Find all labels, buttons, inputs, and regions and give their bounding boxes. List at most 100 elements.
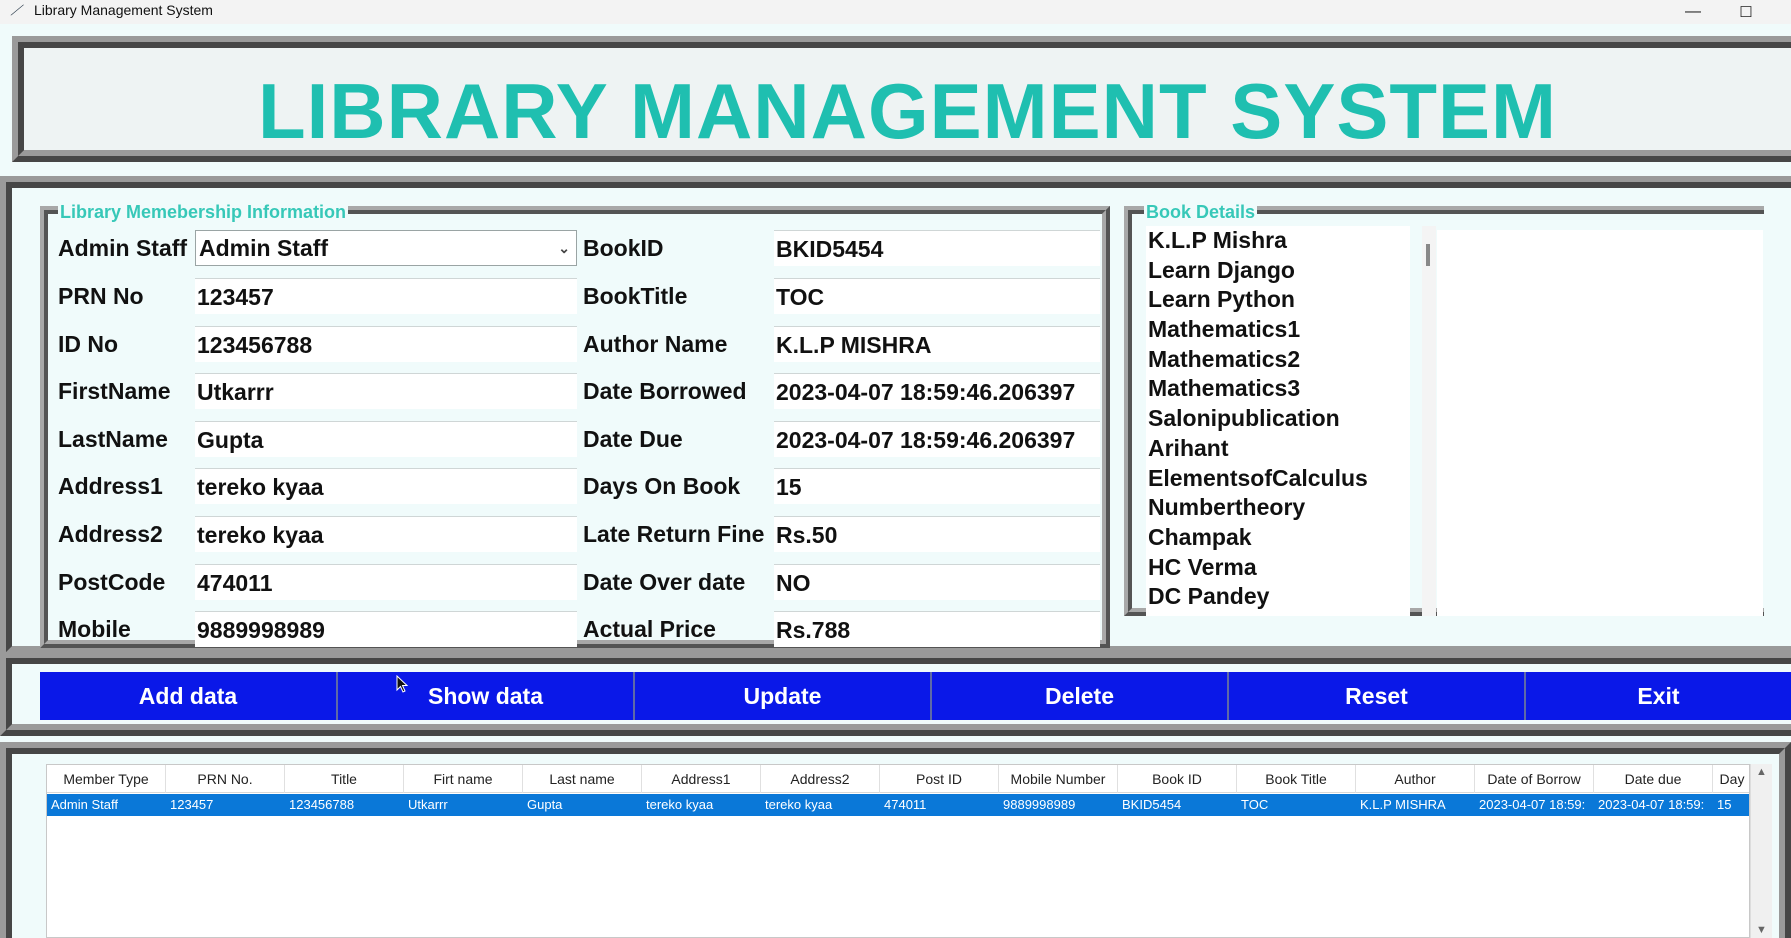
lastname-field[interactable]: Gupta (195, 421, 577, 457)
actual-price-field[interactable]: Rs.788 (774, 611, 1100, 647)
table-cell: 15 (1717, 797, 1732, 812)
records-table[interactable]: Member Type PRN No. Title Firt name Last… (46, 764, 1750, 938)
bookid-label: BookID (583, 235, 664, 261)
table-cell: TOC (1241, 797, 1269, 812)
list-item[interactable]: Mathematics3 (1146, 374, 1410, 404)
window-titlebar: ⟋ Library Management System — ☐ (0, 0, 1791, 24)
list-item[interactable]: K.L.P Mishra (1146, 226, 1410, 256)
table-row[interactable]: Admin Staff 123457 123456788 Utkarrr Gup… (47, 794, 1749, 816)
scroll-up-icon[interactable]: ▲ (1756, 766, 1767, 778)
date-borrowed-field[interactable]: 2023-04-07 18:59:46.206397 (774, 373, 1100, 409)
firstname-field[interactable]: Utkarrr (195, 373, 577, 409)
feather-icon: ⟋ (9, 2, 26, 18)
column-header[interactable]: Post ID (880, 765, 999, 793)
table-cell: 123457 (170, 797, 214, 812)
table-cell: Gupta (527, 797, 563, 812)
days-on-book-field[interactable]: 15 (774, 468, 1100, 504)
list-item[interactable]: DC Pandey (1146, 582, 1410, 612)
delete-button[interactable]: Delete (932, 672, 1229, 720)
id-field[interactable]: 123456788 (195, 326, 577, 362)
date-over-field[interactable]: NO (774, 564, 1100, 600)
table-cell: 2023-04-07 18:59: (1598, 797, 1705, 812)
table-cell: tereko kyaa (765, 797, 833, 812)
table-cell: 2023-04-07 18:59: (1479, 797, 1586, 812)
list-item[interactable]: Learn Django (1146, 256, 1410, 286)
table-cell: 9889998989 (1003, 797, 1076, 812)
column-header[interactable]: Last name (523, 765, 642, 793)
column-header[interactable]: Date due (1594, 765, 1713, 793)
update-button[interactable]: Update (635, 672, 932, 720)
date-over-label: Date Over date (583, 569, 746, 595)
column-header[interactable]: Day (1713, 765, 1749, 793)
table-cell: K.L.P MISHRA (1360, 797, 1446, 812)
address1-field[interactable]: tereko kyaa (195, 468, 577, 504)
list-item[interactable]: ElementsofCalculus (1146, 464, 1410, 494)
postcode-field[interactable]: 474011 (195, 564, 577, 600)
id-label: ID No (58, 331, 119, 357)
chevron-down-icon[interactable]: ⌄ (558, 231, 570, 265)
add-data-button[interactable]: Add data (40, 672, 338, 720)
late-fine-field[interactable]: Rs.50 (774, 516, 1100, 552)
late-fine-label: Late Return Fine (583, 521, 765, 547)
scrollbar-thumb[interactable] (1426, 244, 1430, 266)
column-header[interactable]: Author (1356, 765, 1475, 793)
lastname-label: LastName (58, 426, 168, 452)
member-type-value: Admin Staff (199, 235, 329, 261)
author-field[interactable]: K.L.P MISHRA (774, 326, 1100, 362)
column-header[interactable]: Address1 (642, 765, 761, 793)
scroll-down-icon[interactable]: ▼ (1756, 924, 1767, 936)
member-type-combobox[interactable]: Admin Staff ⌄ (195, 230, 577, 266)
address2-label: Address2 (58, 521, 163, 547)
booktitle-label: BookTitle (583, 283, 688, 309)
table-cell: 123456788 (289, 797, 355, 812)
list-item[interactable]: Numbertheory (1146, 493, 1410, 523)
column-header[interactable]: Book Title (1237, 765, 1356, 793)
mobile-field[interactable]: 9889998989 (195, 611, 577, 647)
column-header[interactable]: Mobile Number (999, 765, 1118, 793)
maximize-button[interactable]: ☐ (1736, 3, 1756, 21)
list-item[interactable]: Arihant (1146, 434, 1410, 464)
table-scrollbar[interactable]: ▲ ▼ (1750, 764, 1772, 938)
table-cell: Admin Staff (51, 797, 118, 812)
days-on-book-label: Days On Book (583, 473, 741, 499)
table-cell: Utkarrr (408, 797, 448, 812)
column-header[interactable]: Title (285, 765, 404, 793)
list-item[interactable]: Mathematics2 (1146, 345, 1410, 375)
exit-button[interactable]: Exit (1526, 672, 1791, 720)
actual-price-label: Actual Price (583, 616, 716, 642)
book-listbox[interactable]: K.L.P Mishra Learn Django Learn Python M… (1146, 226, 1410, 616)
admin-staff-label: Admin Staff (58, 235, 188, 261)
column-header[interactable]: Firt name (404, 765, 523, 793)
window-title: Library Management System (34, 2, 213, 18)
firstname-label: FirstName (58, 378, 171, 404)
address1-label: Address1 (58, 473, 163, 499)
page-title: LIBRARY MANAGEMENT SYSTEM (257, 67, 1558, 155)
column-header[interactable]: Address2 (761, 765, 880, 793)
column-header[interactable]: Member Type (47, 765, 166, 793)
book-detail-textbox[interactable] (1437, 230, 1763, 616)
reset-button[interactable]: Reset (1229, 672, 1526, 720)
column-header[interactable]: Book ID (1118, 765, 1237, 793)
list-item[interactable]: Salonipublication (1146, 404, 1410, 434)
list-item[interactable]: Champak (1146, 523, 1410, 553)
show-data-button[interactable]: Show data (338, 672, 635, 720)
prn-field[interactable]: 123457 (195, 278, 577, 314)
book-list-scrollbar[interactable] (1422, 226, 1436, 616)
table-cell: tereko kyaa (646, 797, 714, 812)
column-header[interactable]: PRN No. (166, 765, 285, 793)
membership-caption: Library Memebership Information (58, 202, 349, 223)
column-header[interactable]: Date of Borrow (1475, 765, 1594, 793)
mobile-label: Mobile (58, 616, 131, 642)
header-frame: LIBRARY MANAGEMENT SYSTEM (12, 36, 1791, 162)
address2-field[interactable]: tereko kyaa (195, 516, 577, 552)
minimize-button[interactable]: — (1683, 3, 1703, 20)
date-borrowed-label: Date Borrowed (583, 378, 747, 404)
list-item[interactable]: Mathematics1 (1146, 315, 1410, 345)
date-due-field[interactable]: 2023-04-07 18:59:46.206397 (774, 421, 1100, 457)
list-item[interactable]: HC Verma (1146, 553, 1410, 583)
booktitle-field[interactable]: TOC (774, 278, 1100, 314)
bookid-field[interactable]: BKID5454 (774, 230, 1100, 266)
author-label: Author Name (583, 331, 728, 357)
list-item[interactable]: Learn Python (1146, 285, 1410, 315)
book-details-caption: Book Details (1144, 202, 1258, 223)
